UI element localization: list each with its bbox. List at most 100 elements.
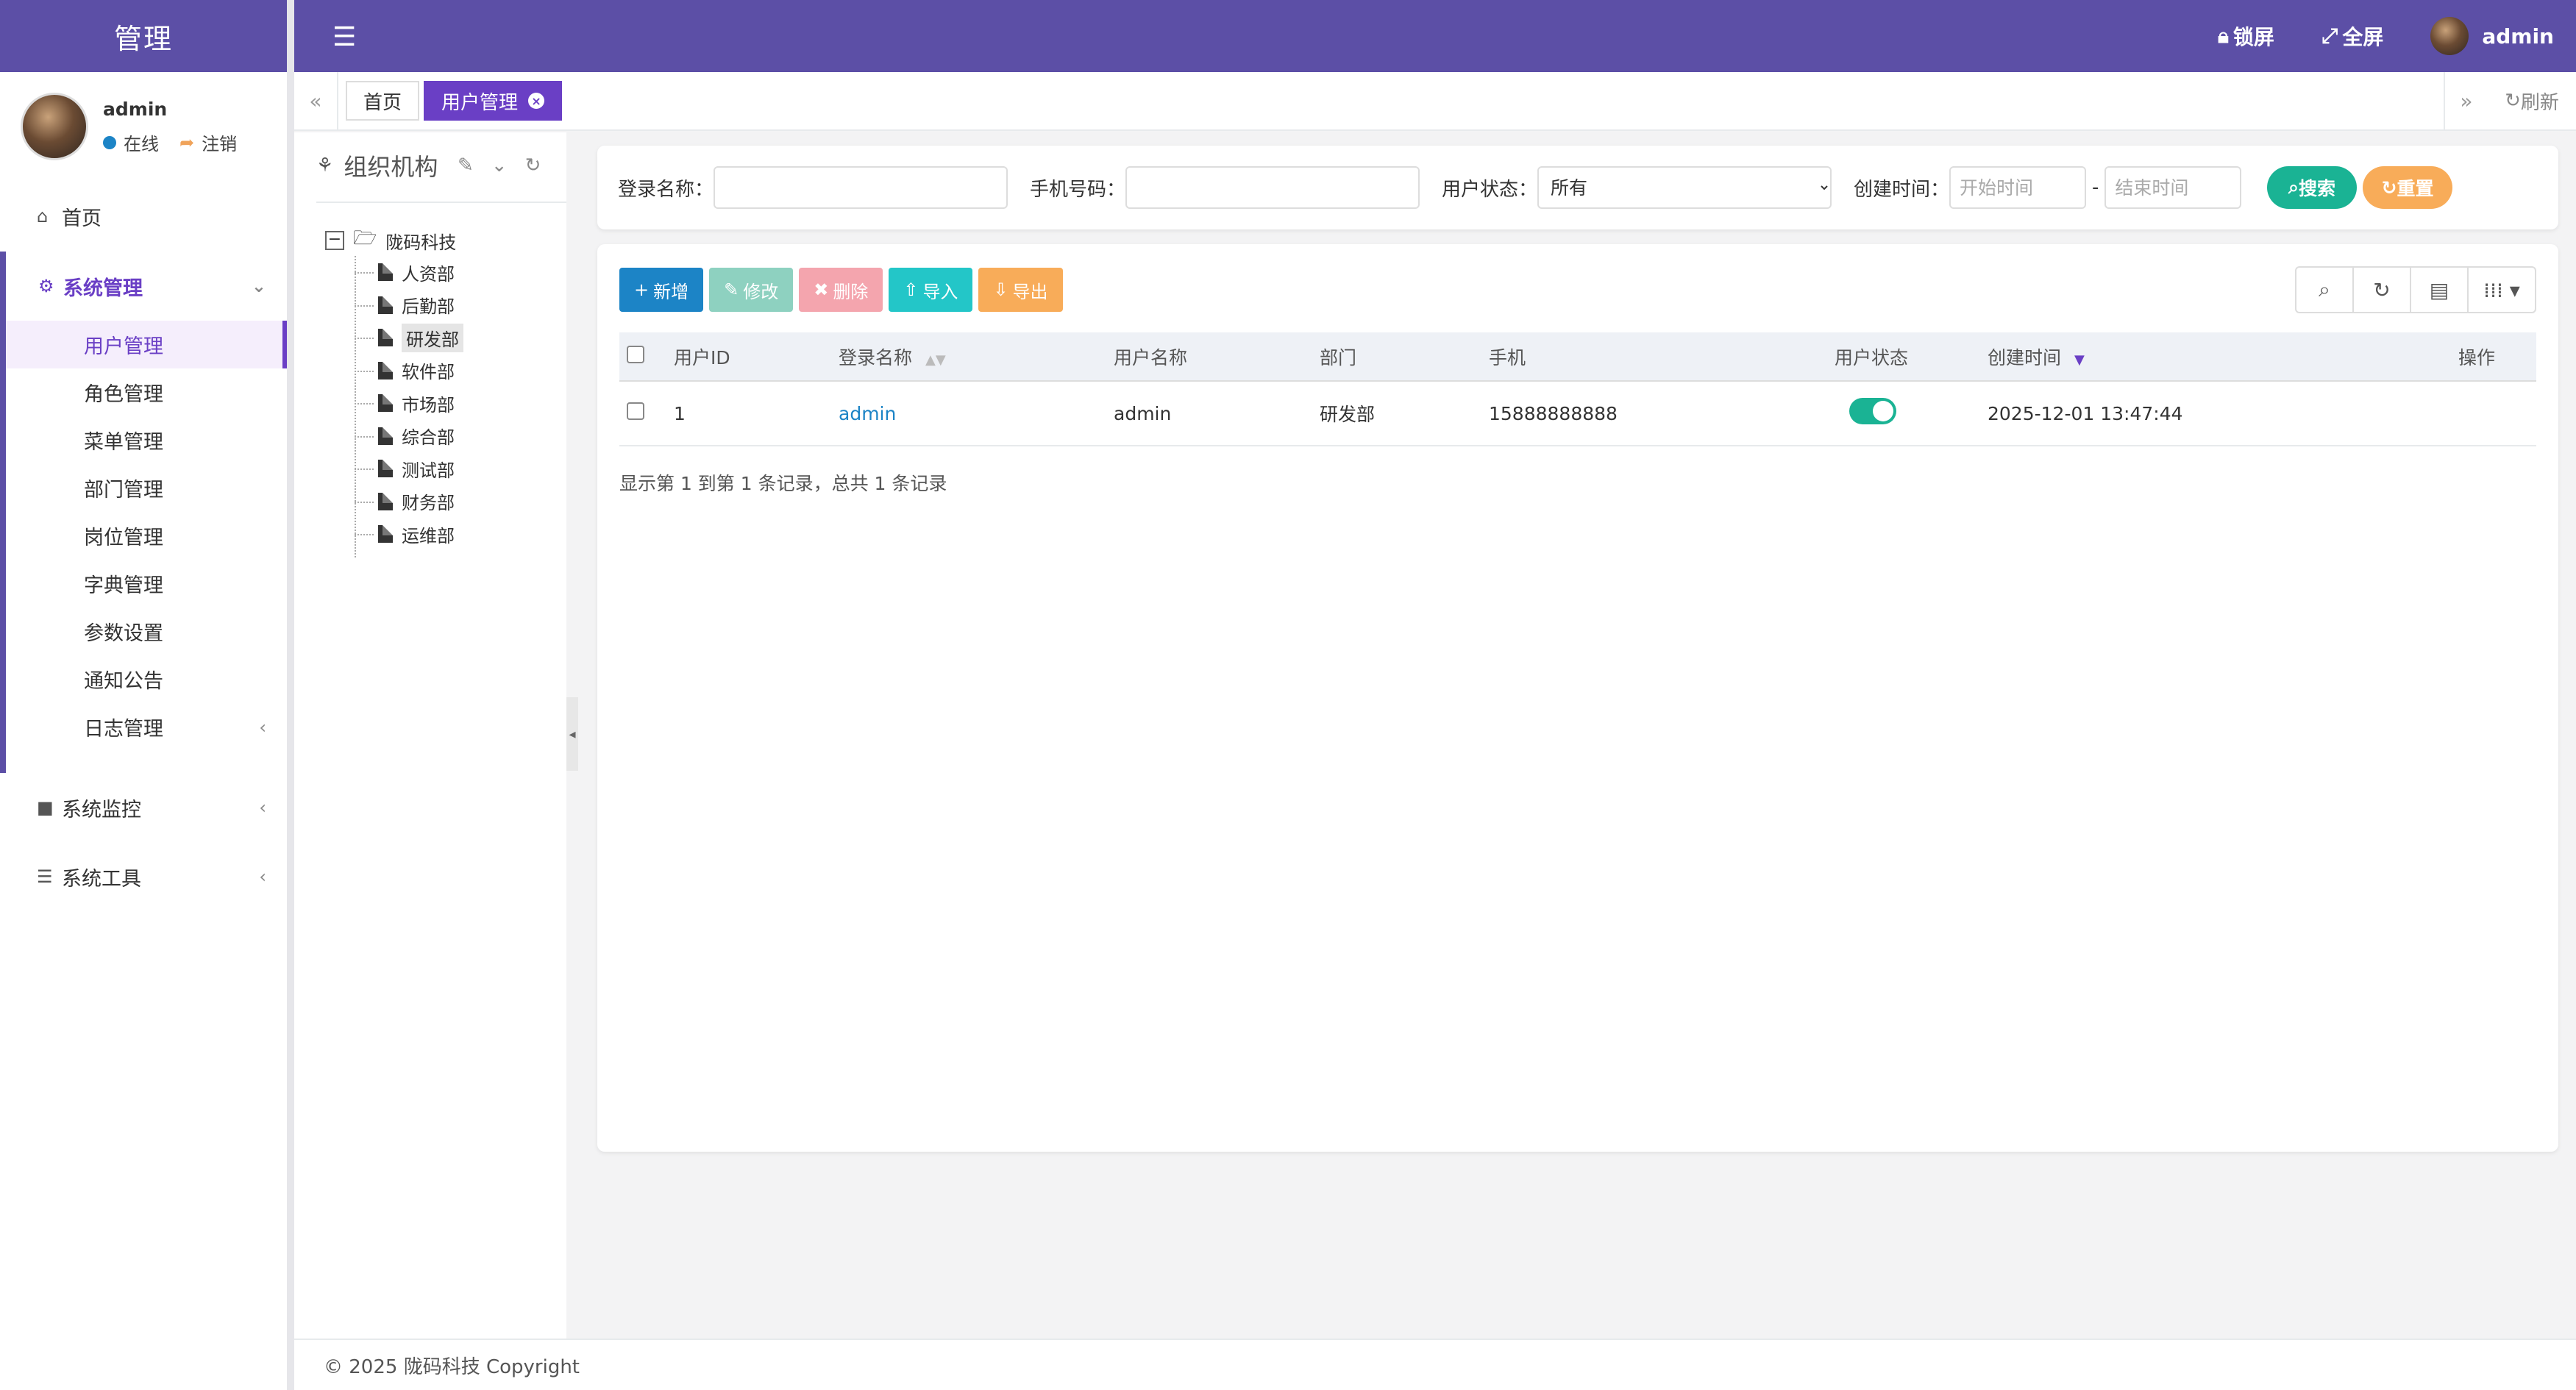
tree-node-selected[interactable]: 研发部 — [355, 321, 463, 354]
columns-menu-icon[interactable]: ⁞⁞⁞ ▾ — [2469, 268, 2535, 312]
add-label: 新增 — [653, 281, 689, 302]
sidebar-item-roles[interactable]: 角色管理 — [6, 368, 287, 416]
tree-node[interactable]: 综合部 — [355, 420, 463, 453]
sidebar-item-depts[interactable]: 部门管理 — [6, 464, 287, 512]
export-button[interactable]: ⇩ 导出 — [978, 268, 1063, 312]
lock-screen-button[interactable]: 🔒︎ 锁屏 — [2218, 21, 2274, 51]
edit-icon[interactable]: ✎ — [458, 154, 474, 177]
range-separator: - — [2092, 177, 2099, 199]
collapse-icon[interactable]: − — [325, 231, 344, 250]
col-header-id: 用户ID — [666, 332, 831, 382]
sidebar-item-home[interactable]: ⌂ 首页 — [0, 184, 287, 249]
phone-label: 手机号码： — [1030, 178, 1126, 201]
logout-icon[interactable]: ➦ — [179, 132, 194, 153]
file-icon — [378, 263, 393, 282]
start-time-input[interactable] — [1949, 166, 2087, 209]
sidebar-username: admin — [103, 99, 168, 120]
tree-node[interactable]: 人资部 — [355, 256, 463, 289]
chevron-down-icon[interactable]: ⌄ — [491, 154, 508, 177]
user-status: 在线 ➦ 注销 — [103, 129, 237, 155]
sidebar-group-system: ⚙ 系统管理 ⌄ 用户管理 角色管理 菜单管理 部门管理 岗位管理 字典管理 参… — [0, 252, 287, 773]
sidebar: 管理 admin 在线 ➦ 注销 ⌂ 首页 ⚙ 系统管理 ⌄ 用户管理 角色管理… — [0, 0, 294, 1390]
search-button[interactable]: ⌕ 搜索 — [2267, 166, 2357, 209]
logout-link[interactable]: 注销 — [202, 129, 237, 155]
col-header-created[interactable]: 创建时间 ▼ — [1980, 332, 2436, 382]
tree-root[interactable]: − 🗁︎ 陇码科技 — [325, 225, 463, 256]
header-username: admin — [2482, 24, 2554, 49]
add-button[interactable]: + 新增 — [619, 268, 704, 312]
fullscreen-button[interactable]: ⤢ 全屏 — [2321, 21, 2383, 51]
cell-username: admin — [1106, 381, 1312, 446]
tab-user-management[interactable]: 用户管理 × — [424, 81, 563, 121]
tree-node-label: 测试部 — [402, 460, 455, 481]
org-title: ⚘ 组织机构 — [316, 149, 438, 182]
sidebar-item-dicts[interactable]: 字典管理 — [6, 560, 287, 607]
col-header-label: 创建时间 — [1988, 346, 2062, 368]
hamburger-menu-icon[interactable]: ☰ — [332, 22, 356, 52]
refresh-table-icon[interactable]: ↻ — [2354, 268, 2411, 312]
close-tab-icon[interactable]: × — [528, 93, 545, 109]
sidebar-item-system-mgmt[interactable]: ⚙ 系统管理 ⌄ — [6, 252, 287, 321]
refresh-tab-button[interactable]: ↻ 刷新 — [2488, 72, 2576, 129]
search-button-label: 搜索 — [2299, 178, 2336, 199]
download-icon: ⇩ — [993, 279, 1008, 300]
search-actions: ⌕ 搜索 ↻ 重置 — [2267, 146, 2452, 229]
sidebar-item-notices[interactable]: 通知公告 — [6, 655, 287, 703]
header-avatar — [2430, 17, 2469, 55]
reset-button[interactable]: ↻ 重置 — [2363, 166, 2452, 209]
file-icon — [378, 460, 393, 478]
login-name-link[interactable]: admin — [839, 403, 896, 424]
import-label: 导入 — [922, 281, 958, 302]
cell-dept: 研发部 — [1312, 381, 1481, 446]
status-field-group: 用户状态： 所有 — [1442, 146, 1832, 229]
tree-node-label: 软件部 — [402, 362, 455, 383]
phone-field-group: 手机号码： — [1030, 146, 1420, 229]
sidebar-item-tools[interactable]: ☰ 系统工具 ‹ — [0, 842, 287, 911]
tree-node[interactable]: 后勤部 — [355, 289, 463, 322]
chevron-left-icon: ‹ — [259, 716, 266, 738]
tree-node[interactable]: 测试部 — [355, 452, 463, 485]
end-time-input[interactable] — [2104, 166, 2242, 209]
tree-node[interactable]: 市场部 — [355, 387, 463, 420]
select-all-checkbox[interactable] — [627, 345, 644, 363]
tree-node[interactable]: 软件部 — [355, 354, 463, 388]
panel-collapse-handle[interactable]: ◂ — [566, 697, 578, 771]
system-submenu: 用户管理 角色管理 菜单管理 部门管理 岗位管理 字典管理 参数设置 通知公告 … — [6, 321, 287, 773]
sidebar-item-logs[interactable]: 日志管理 ‹ — [6, 703, 287, 751]
login-name-input[interactable] — [714, 166, 1008, 209]
col-header-login[interactable]: 登录名称 ▲▼ — [831, 332, 1106, 382]
tabs-scroll-left-icon[interactable]: « — [294, 72, 338, 129]
export-label: 导出 — [1012, 281, 1048, 302]
edit-icon: ✎ — [724, 279, 739, 300]
status-select[interactable]: 所有 — [1537, 166, 1832, 209]
table-tool-icons: ⌕ ↻ ▤ ⁞⁞⁞ ▾ — [2295, 266, 2536, 313]
sidebar-item-label: 系统工具 — [62, 867, 141, 891]
sidebar-item-users[interactable]: 用户管理 — [6, 321, 287, 368]
sidebar-item-posts[interactable]: 岗位管理 — [6, 512, 287, 560]
org-tree: − 🗁︎ 陇码科技 人资部 后勤部 研发部 软件部 市场部 综合部 测试部 财务… — [325, 225, 463, 557]
sidebar-item-monitor[interactable]: ■ 系统监控 ‹ — [0, 773, 287, 842]
delete-label: 删除 — [833, 281, 869, 302]
user-avatar[interactable] — [21, 93, 88, 160]
status-label: 用户状态： — [1442, 178, 1538, 201]
toggle-view-icon[interactable]: ▤ — [2411, 268, 2469, 312]
user-table: 用户ID 登录名称 ▲▼ 用户名称 部门 手机 用户状态 创建时间 ▼ 操作 1 a… — [619, 332, 2536, 446]
import-button[interactable]: ⇧ 导入 — [889, 268, 973, 312]
status-toggle[interactable] — [1849, 398, 1896, 424]
tree-node[interactable]: 财务部 — [355, 485, 463, 518]
tree-node[interactable]: 运维部 — [355, 518, 463, 551]
sidebar-item-params[interactable]: 参数设置 — [6, 607, 287, 655]
toggle-search-icon[interactable]: ⌕ — [2296, 268, 2354, 312]
tab-home[interactable]: 首页 — [346, 81, 420, 121]
user-menu[interactable]: admin — [2430, 17, 2554, 55]
tabs-scroll-right-icon[interactable]: » — [2444, 72, 2488, 129]
row-checkbox[interactable] — [627, 402, 644, 420]
table-row[interactable]: 1 admin admin 研发部 15888888888 2025-12-01… — [619, 381, 2536, 446]
edit-button[interactable]: ✎ 修改 — [709, 268, 794, 312]
phone-input[interactable] — [1125, 166, 1420, 209]
table-toolbar: + 新增 ✎ 修改 ✖ 删除 ⇧ 导入 ⇩ 导出 — [619, 268, 1063, 312]
sidebar-item-menus[interactable]: 菜单管理 — [6, 416, 287, 464]
footer: © 2025 陇码科技 Copyright — [294, 1339, 2576, 1390]
delete-button[interactable]: ✖ 删除 — [799, 268, 883, 312]
refresh-icon[interactable]: ↻ — [525, 154, 541, 177]
